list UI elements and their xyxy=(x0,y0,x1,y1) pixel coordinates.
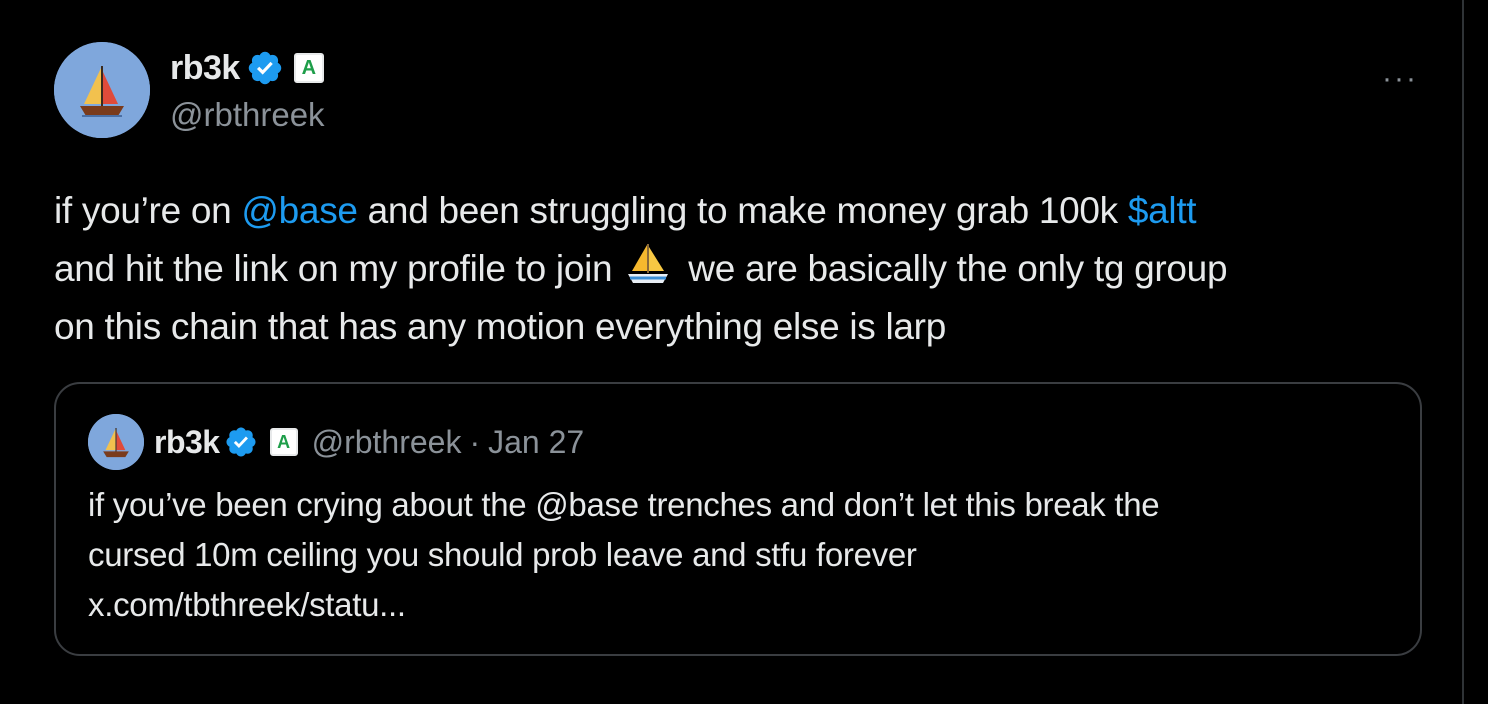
author-display-name[interactable]: rb3k xyxy=(170,49,240,88)
quoted-text-link[interactable]: x.com/tbthreek/statu... xyxy=(88,580,1398,630)
author-handle[interactable]: @rbthreek xyxy=(170,96,325,134)
tweet-header: rb3k A @rbthreek xyxy=(170,46,325,134)
author-avatar[interactable] xyxy=(54,42,150,138)
sailboat-avatar-icon xyxy=(54,42,150,138)
sailboat-avatar-icon xyxy=(88,414,144,470)
verified-badge-icon[interactable] xyxy=(246,49,284,87)
verified-badge-icon xyxy=(226,427,256,457)
affiliation-badge-icon: A xyxy=(269,428,298,456)
cashtag-link[interactable]: $altt xyxy=(1128,190,1197,231)
quoted-author-handle[interactable]: @rbthreek xyxy=(312,424,462,461)
mention-link[interactable]: @base xyxy=(241,190,358,231)
affiliation-badge-icon[interactable]: A xyxy=(293,53,324,83)
quoted-tweet-card[interactable]: rb3k A @rbthreek · Jan 27 if you’ve been… xyxy=(54,382,1422,656)
quoted-tweet-text: if you’ve been crying about the @base tr… xyxy=(88,480,1398,630)
quoted-text-line: cursed 10m ceiling you should prob leave… xyxy=(88,536,917,573)
dot-separator: · xyxy=(469,423,481,460)
sailboat-emoji-icon xyxy=(628,244,669,283)
quoted-author-avatar[interactable] xyxy=(88,414,144,470)
quoted-tweet-date[interactable]: Jan 27 xyxy=(488,424,584,461)
tweet-text: if you’re on @base and been struggling t… xyxy=(54,182,1444,356)
tweet: rb3k A @rbthreek ··· if you’re on @base … xyxy=(0,0,1460,704)
author-name-row: rb3k A xyxy=(170,46,325,90)
quoted-author-display-name[interactable]: rb3k xyxy=(154,424,220,461)
quoted-tweet-header: rb3k A @rbthreek · Jan 27 xyxy=(154,420,584,464)
tweet-text-line: and hit the link on my profile to join w… xyxy=(54,240,1444,298)
tweet-text-line: on this chain that has any motion everyt… xyxy=(54,306,946,347)
timeline-divider xyxy=(1462,0,1464,704)
quoted-text-line: if you’ve been crying about the @base tr… xyxy=(88,486,1160,523)
tweet-text-line: if you’re on @base and been struggling t… xyxy=(54,190,1197,231)
more-options-icon[interactable]: ··· xyxy=(1382,62,1418,96)
